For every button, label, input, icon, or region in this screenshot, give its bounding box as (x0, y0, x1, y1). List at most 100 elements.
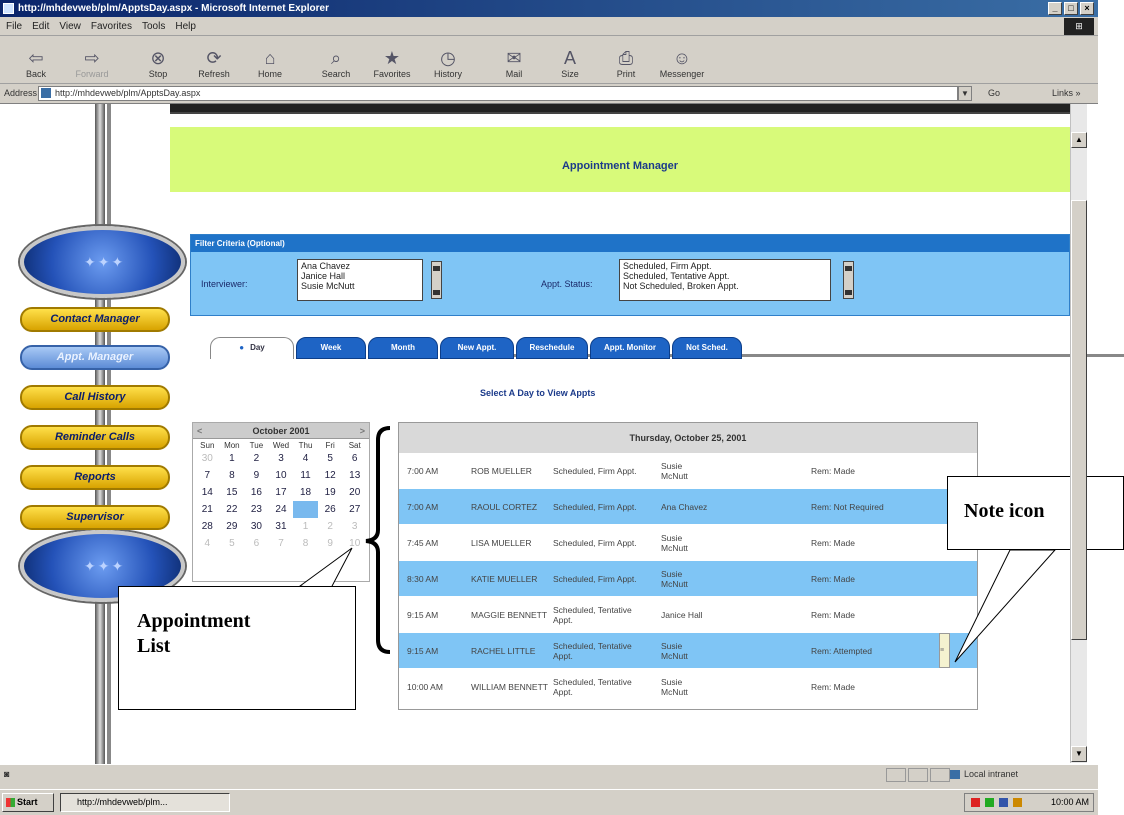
tab-not-sched[interactable]: Not Sched. (672, 337, 742, 359)
calendar-day[interactable]: 9 (244, 467, 269, 484)
appointment-row[interactable]: 7:00 AM RAOUL CORTEZ Scheduled, Firm Appt.… (399, 489, 977, 524)
scroll-up-icon[interactable]: ▲ (1071, 132, 1087, 148)
nav-supervisor[interactable]: Supervisor (20, 505, 170, 530)
calendar-day[interactable]: 18 (293, 484, 318, 501)
menu-file[interactable]: File (6, 21, 22, 32)
appointment-row[interactable]: 9:15 AM RACHEL LITTLE Scheduled, Tentative… (399, 633, 977, 668)
nav-contact-manager[interactable]: Contact Manager (20, 307, 170, 332)
calendar-day[interactable]: 27 (342, 501, 367, 518)
tab-week[interactable]: Week (296, 337, 366, 359)
history-button[interactable]: ◷ History (420, 36, 476, 82)
calendar-day[interactable]: 13 (342, 467, 367, 484)
go-button[interactable]: Go (988, 88, 1000, 98)
size-button[interactable]: A Size (542, 36, 598, 82)
calendar-day[interactable]: 8 (220, 467, 245, 484)
network-icon[interactable] (985, 798, 994, 807)
menu-tools[interactable]: Tools (142, 21, 165, 32)
calendar-day[interactable]: 6 (244, 535, 269, 552)
vertical-scrollbar[interactable]: ▲ ▼ (1070, 104, 1087, 763)
status-scrollbar[interactable] (843, 261, 854, 299)
calendar-day[interactable]: 29 (220, 518, 245, 535)
calendar-day[interactable]: 3 (269, 450, 294, 467)
calendar-day[interactable]: 22 (220, 501, 245, 518)
calendar-day[interactable]: 21 (195, 501, 220, 518)
status-option[interactable]: Not Scheduled, Broken Appt. (623, 281, 827, 291)
nav-appt-manager[interactable]: Appt. Manager (20, 345, 170, 370)
calendar-day-selected[interactable]: 25 (293, 501, 318, 518)
menu-help[interactable]: Help (175, 21, 196, 32)
tab-new-appt[interactable]: New Appt. (440, 337, 514, 359)
minimize-button[interactable]: _ (1048, 2, 1062, 15)
monitor-icon[interactable] (999, 798, 1008, 807)
calendar-day[interactable]: 10 (269, 467, 294, 484)
tab-day[interactable]: ● Day (210, 337, 294, 359)
calendar-day[interactable]: 24 (269, 501, 294, 518)
calendar-day[interactable]: 31 (269, 518, 294, 535)
calendar-day[interactable]: 7 (195, 467, 220, 484)
nav-reminder-calls[interactable]: Reminder Calls (20, 425, 170, 450)
links-button[interactable]: Links » (1052, 88, 1081, 98)
menu-favorites[interactable]: Favorites (91, 21, 132, 32)
calendar-day[interactable]: 1 (220, 450, 245, 467)
calendar-day[interactable]: 19 (318, 484, 343, 501)
favorites-button[interactable]: ★ Favorites (364, 36, 420, 82)
messenger-button[interactable]: ☺ Messenger (654, 36, 710, 82)
volume-icon[interactable] (1013, 798, 1022, 807)
status-option[interactable]: Scheduled, Tentative Appt. (623, 271, 827, 281)
mail-button[interactable]: ✉ Mail (486, 36, 542, 82)
forward-button[interactable]: ⇨ Forward (64, 36, 120, 82)
calendar-day[interactable]: 2 (318, 518, 343, 535)
calendar-prev-button[interactable]: < (197, 423, 202, 439)
back-button[interactable]: ⇦ Back (8, 36, 64, 82)
address-dropdown-icon[interactable]: ▼ (958, 86, 972, 101)
scroll-down-icon[interactable]: ▼ (1071, 746, 1087, 762)
calendar-day[interactable]: 5 (318, 450, 343, 467)
address-input[interactable]: http://mhdevweb/plm/ApptsDay.aspx (38, 86, 958, 101)
calendar-day[interactable]: 14 (195, 484, 220, 501)
calendar-day[interactable]: 23 (244, 501, 269, 518)
refresh-button[interactable]: ⟳ Refresh (186, 36, 242, 82)
calendar-day[interactable]: 7 (269, 535, 294, 552)
calendar-day[interactable]: 9 (318, 535, 343, 552)
interviewer-scrollbar[interactable] (431, 261, 442, 299)
calendar-next-button[interactable]: > (360, 423, 365, 439)
calendar-day[interactable]: 3 (342, 518, 367, 535)
start-button[interactable]: Start (2, 793, 54, 812)
calendar-day[interactable]: 6 (342, 450, 367, 467)
appointment-row[interactable]: 7:45 AM LISA MUELLER Scheduled, Firm Appt.… (399, 525, 977, 560)
calendar-day[interactable]: 10 (342, 535, 367, 552)
tab-reschedule[interactable]: Reschedule (516, 337, 588, 359)
calendar-day[interactable]: 28 (195, 518, 220, 535)
calendar-day[interactable]: 5 (220, 535, 245, 552)
calendar-day[interactable]: 1 (293, 518, 318, 535)
appointment-row[interactable]: 9:15 AM MAGGIE BENNETT Scheduled, Tentativ… (399, 597, 977, 632)
calendar-day[interactable]: 30 (195, 450, 220, 467)
calendar-day[interactable]: 30 (244, 518, 269, 535)
appt-status-listbox[interactable]: Scheduled, Firm Appt. Scheduled, Tentati… (619, 259, 831, 301)
calendar-day[interactable]: 12 (318, 467, 343, 484)
stop-button[interactable]: ⊗ Stop (130, 36, 186, 82)
calendar-day[interactable]: 2 (244, 450, 269, 467)
status-option[interactable]: Scheduled, Firm Appt. (623, 261, 827, 271)
maximize-button[interactable]: □ (1064, 2, 1078, 15)
calendar-day[interactable]: 11 (293, 467, 318, 484)
appointment-row[interactable]: 7:00 AM ROB MUELLER Scheduled, Firm Appt. S… (399, 453, 977, 488)
calendar-day[interactable]: 26 (318, 501, 343, 518)
interviewer-option[interactable]: Janice Hall (301, 271, 419, 281)
calendar-day[interactable]: 4 (195, 535, 220, 552)
close-button[interactable]: × (1080, 2, 1094, 15)
appointment-row[interactable]: 10:00 AM WILLIAM BENNETT Scheduled, Tentat… (399, 669, 977, 704)
calendar-day[interactable]: 15 (220, 484, 245, 501)
home-button[interactable]: ⌂ Home (242, 36, 298, 82)
antivirus-icon[interactable] (971, 798, 980, 807)
nav-call-history[interactable]: Call History (20, 385, 170, 410)
interviewer-option[interactable]: Susie McNutt (301, 281, 419, 291)
menu-edit[interactable]: Edit (32, 21, 49, 32)
nav-reports[interactable]: Reports (20, 465, 170, 490)
calendar-day[interactable]: 17 (269, 484, 294, 501)
calendar-day[interactable]: 20 (342, 484, 367, 501)
tab-appt-monitor[interactable]: Appt. Monitor (590, 337, 670, 359)
scroll-thumb[interactable] (1071, 200, 1087, 640)
interviewer-option[interactable]: Ana Chavez (301, 261, 419, 271)
print-button[interactable]: ⎙ Print (598, 36, 654, 82)
